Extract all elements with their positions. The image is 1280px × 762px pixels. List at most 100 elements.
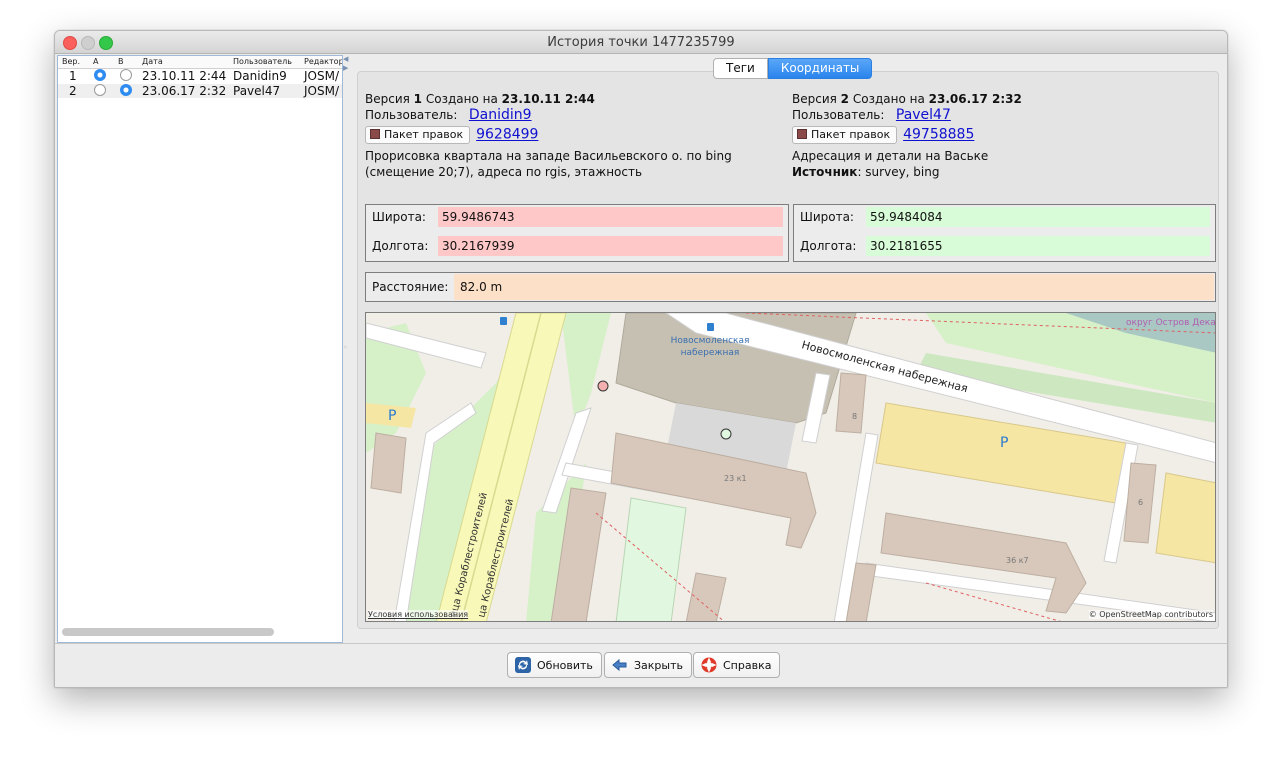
user-label: Пользователь: — [365, 108, 458, 122]
col-a[interactable]: A — [93, 57, 98, 66]
col-b[interactable]: B — [118, 57, 124, 66]
col-date[interactable]: Дата — [142, 57, 163, 66]
close-arrow-icon — [612, 658, 627, 672]
radio-a-version-1[interactable] — [94, 69, 106, 81]
version-number: 1 — [413, 92, 423, 106]
window-title: История точки 1477235799 — [547, 35, 735, 50]
right-changeset-link[interactable]: 49758885 — [903, 127, 974, 143]
version-prefix: Версия — [365, 92, 414, 106]
radio-a-version-2[interactable] — [94, 84, 106, 96]
version-prefix: Версия — [792, 92, 841, 106]
distance-label: Расстояние: — [372, 280, 449, 294]
map-terms-link[interactable]: Условия использования — [368, 610, 469, 619]
map-label-building-6: 6 — [1138, 498, 1143, 507]
lifebuoy-icon — [701, 657, 717, 673]
changeset-button-label: Пакет правок — [811, 128, 891, 141]
close-button[interactable]: Закрыть — [604, 652, 692, 678]
right-version-header: Версия 2 Создано на 23.06.17 2:32 — [792, 91, 1202, 107]
left-changeset-link[interactable]: 9628499 — [476, 127, 538, 143]
row-user: Pavel47 — [233, 84, 281, 98]
help-button-label: Справка — [723, 659, 772, 672]
residential-building — [370, 432, 407, 494]
title-bar: История точки 1477235799 — [55, 31, 1227, 54]
row-version: 1 — [69, 69, 77, 83]
map-canvas[interactable]: Новосмоленская набережная Новосмоленская… — [366, 313, 1216, 622]
tab-coordinates[interactable]: Координаты — [767, 58, 873, 79]
bus-stop-icon — [707, 323, 714, 331]
parking-lot — [1155, 472, 1215, 564]
map-view[interactable]: Новосмоленская набережная Новосмоленская… — [365, 312, 1216, 622]
tab-tags[interactable]: Теги — [713, 58, 768, 79]
refresh-button-label: Обновить — [537, 659, 593, 672]
lat-label: Широта: — [372, 210, 426, 224]
left-lon-row: Долгота: 30.2167939 — [366, 234, 788, 260]
map-label-building-8: 8 — [852, 412, 857, 421]
old-position-marker[interactable] — [597, 380, 609, 392]
distance-box: Расстояние: 82.0 m — [365, 272, 1216, 302]
version-date: 23.10.11 2:44 — [501, 92, 595, 106]
help-button[interactable]: Справка — [693, 652, 781, 678]
collapse-left-arrow-icon[interactable]: ◀ — [343, 55, 348, 63]
row-date: 23.10.11 2:44 — [142, 69, 227, 83]
left-comment: Прорисовка квартала на западе Васильевск… — [365, 149, 732, 179]
divider-grip-icon[interactable]: ◦ — [343, 343, 348, 352]
row-editor: JOSM/ — [304, 84, 339, 98]
history-window: История точки 1477235799 Вер. A B Дата П… — [54, 30, 1228, 688]
new-position-marker[interactable] — [720, 428, 732, 440]
changeset-icon — [370, 129, 380, 139]
changeset-icon — [797, 129, 807, 139]
col-user[interactable]: Пользователь — [233, 57, 292, 66]
right-coordinates-box: Широта: 59.9484084 Долгота: 30.2181655 — [793, 204, 1216, 262]
map-label-parking: P — [1000, 435, 1008, 451]
changeset-button-label: Пакет правок — [384, 128, 464, 141]
right-lon-value: 30.2181655 — [866, 236, 1210, 256]
col-version[interactable]: Вер. — [62, 57, 80, 66]
row-date: 23.06.17 2:32 — [142, 84, 227, 98]
left-version-info: Версия 1 Создано на 23.10.11 2:44 Пользо… — [365, 91, 775, 180]
map-label-street-2: набережная — [681, 348, 740, 358]
source-value: : survey, bing — [857, 165, 940, 179]
user-label: Пользователь: — [792, 108, 885, 122]
right-comment: Адресация и детали на Ваське — [792, 149, 989, 163]
map-attribution: © OpenStreetMap contributors — [1088, 610, 1213, 619]
residential-building — [880, 512, 1087, 614]
bus-stop-icon — [500, 317, 507, 325]
refresh-button[interactable]: Обновить — [507, 652, 602, 678]
history-table[interactable]: Вер. A B Дата Пользователь Редактор 1 23… — [57, 55, 343, 643]
lat-label: Широта: — [800, 210, 854, 224]
right-source-line: Источник: survey, bing — [792, 164, 1202, 180]
right-user-link[interactable]: Pavel47 — [896, 107, 951, 123]
lon-label: Долгота: — [800, 239, 857, 253]
tab-bar: Теги Координаты — [713, 58, 873, 79]
right-version-info: Версия 2 Создано на 23.06.17 2:32 Пользо… — [792, 91, 1202, 180]
version-date: 23.06.17 2:32 — [928, 92, 1022, 106]
radio-b-version-1[interactable] — [120, 69, 132, 81]
lon-label: Долгота: — [372, 239, 429, 253]
left-user-line: Пользователь: Danidin9 — [365, 107, 775, 123]
split-pane-divider[interactable]: ◀ ▶ ◦ — [343, 55, 349, 641]
right-lat-value: 59.9484084 — [866, 207, 1210, 227]
right-changeset-button[interactable]: Пакет правок — [792, 126, 898, 144]
left-lat-row: Широта: 59.9486743 — [366, 205, 788, 231]
horizontal-scrollbar[interactable] — [62, 628, 274, 636]
expand-right-arrow-icon[interactable]: ▶ — [343, 64, 348, 72]
left-lon-value: 30.2167939 — [438, 236, 783, 256]
left-changeset-button[interactable]: Пакет правок — [365, 126, 471, 144]
version-number: 2 — [840, 92, 850, 106]
col-editor[interactable]: Редактор — [304, 57, 342, 66]
created-on-label: Создано на — [849, 92, 929, 106]
right-changeset-line: Пакет правок 49758885 — [792, 126, 1202, 144]
left-user-link[interactable]: Danidin9 — [469, 107, 532, 123]
distance-value: 82.0 m — [454, 274, 1214, 300]
left-lat-value: 59.9486743 — [438, 207, 783, 227]
map-label-district: округ Остров Декаб — [1126, 318, 1216, 328]
row-editor: JOSM/ — [304, 69, 339, 83]
history-row[interactable]: 2 23.06.17 2:32 Pavel47 JOSM/ — [58, 84, 342, 98]
map-label-building-36: 36 к7 — [1006, 556, 1029, 565]
button-bar: Обновить Закрыть Справка — [55, 643, 1227, 687]
radio-b-version-2[interactable] — [120, 84, 132, 96]
history-row[interactable]: 1 23.10.11 2:44 Danidin9 JOSM/ — [58, 69, 342, 83]
created-on-label: Создано на — [422, 92, 502, 106]
source-label: Источник — [792, 165, 858, 179]
right-user-line: Пользователь: Pavel47 — [792, 107, 1202, 123]
